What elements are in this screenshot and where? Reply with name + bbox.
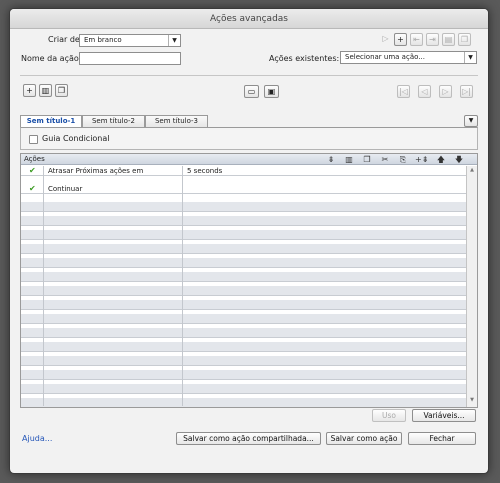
delete-icon[interactable]: ▥ (343, 154, 355, 165)
grid-scrollbar[interactable]: ▲ ▼ (466, 166, 477, 407)
duplicate-action-icon[interactable]: ❐ (55, 84, 68, 97)
tab-sem-titulo-2[interactable]: Sem título-2 (82, 115, 145, 127)
table-row[interactable] (21, 216, 467, 226)
next-icon[interactable]: ▷ (439, 85, 452, 98)
table-row[interactable]: ✔ Atrasar Próximas ações em 5 seconds (21, 166, 467, 176)
action-cell: Continuar (48, 185, 83, 193)
tab-sem-titulo-3[interactable]: Sem título-3 (145, 115, 208, 127)
remove-tab-icon[interactable]: ▭ (244, 85, 259, 98)
advanced-actions-dialog: Ações avançadas Criar de: Em branco ▼ No… (9, 8, 489, 474)
table-row[interactable] (21, 342, 467, 352)
action-name-label: Nome da ação: (21, 54, 82, 63)
conditional-label: Guia Condicional (42, 134, 110, 143)
tab-menu-icon[interactable]: ▼ (464, 115, 478, 127)
table-row[interactable] (21, 328, 467, 338)
save-action-button[interactable]: Salvar como ação (326, 432, 402, 445)
first-icon[interactable]: |◁ (397, 85, 410, 98)
table-row[interactable] (21, 244, 467, 254)
move-up-icon[interactable]: 🡅 (435, 154, 447, 165)
column-divider (43, 166, 44, 406)
move-down-icon[interactable]: 🡇 (453, 154, 465, 165)
value-cell: 5 seconds (187, 167, 223, 175)
actions-grid: Ações ⇟ ▥ ❐ ✂ ⎘ +⇟ 🡅 🡇 ✔ Atrasar Próxima… (20, 153, 478, 408)
help-link[interactable]: Ajuda... (22, 434, 52, 443)
action-name-input[interactable] (79, 52, 181, 65)
create-from-label: Criar de: (48, 35, 83, 44)
prev-icon[interactable]: ◁ (418, 85, 431, 98)
action-cell: Atrasar Próximas ações em (48, 167, 144, 175)
last-icon[interactable]: ▷| (460, 85, 473, 98)
divider (20, 75, 478, 76)
grid-header-label: Ações (24, 155, 45, 163)
table-row[interactable] (21, 370, 467, 380)
table-row[interactable] (21, 384, 467, 394)
conditional-checkbox[interactable] (29, 135, 38, 144)
grid-header: Ações ⇟ ▥ ❐ ✂ ⎘ +⇟ 🡅 🡇 (21, 154, 477, 165)
export-icon[interactable]: ⇥ (426, 33, 439, 46)
delete-icon[interactable]: ▤ (442, 33, 455, 46)
table-row[interactable] (21, 300, 467, 310)
paste-icon[interactable]: ⎘ (397, 154, 409, 165)
existing-actions-value: Selecionar uma ação... (345, 53, 425, 61)
use-button[interactable]: Uso (372, 409, 406, 422)
tab-panel: Guia Condicional (20, 127, 478, 150)
table-row[interactable] (21, 398, 467, 407)
import-icon[interactable]: ⇤ (410, 33, 423, 46)
table-row[interactable]: ✔ Continuar (21, 184, 467, 194)
add-action-icon[interactable]: + (23, 84, 36, 97)
table-row[interactable] (21, 258, 467, 268)
play-icon[interactable]: ▷ (379, 33, 392, 46)
enabled-check-icon: ✔ (29, 184, 36, 193)
table-row[interactable] (21, 286, 467, 296)
variables-button[interactable]: Variáveis... (412, 409, 476, 422)
column-divider (182, 166, 183, 406)
insert-after-icon[interactable]: +⇟ (415, 154, 428, 165)
insert-icon[interactable]: ⇟ (325, 154, 337, 165)
table-row[interactable] (21, 272, 467, 282)
table-row[interactable] (21, 314, 467, 324)
chevron-down-icon: ▼ (464, 52, 476, 63)
create-from-value: Em branco (84, 36, 122, 44)
create-from-select[interactable]: Em branco ▼ (79, 34, 181, 47)
copy-icon[interactable]: ❐ (361, 154, 373, 165)
add-icon[interactable]: + (394, 33, 407, 46)
delete-action-icon[interactable]: ▥ (39, 84, 52, 97)
table-row[interactable] (21, 230, 467, 240)
scroll-down-icon[interactable]: ▼ (468, 397, 476, 405)
enabled-check-icon: ✔ (29, 166, 36, 175)
scroll-up-icon[interactable]: ▲ (468, 167, 476, 175)
tab-sem-titulo-1[interactable]: Sem título-1 (20, 115, 82, 127)
table-row[interactable] (21, 202, 467, 212)
add-tab-icon[interactable]: ▣ (264, 85, 279, 98)
existing-actions-select[interactable]: Selecionar uma ação... ▼ (340, 51, 477, 64)
cut-icon[interactable]: ✂ (379, 154, 391, 165)
table-row[interactable] (21, 356, 467, 366)
chevron-down-icon: ▼ (168, 35, 180, 46)
save-shared-button[interactable]: Salvar como ação compartilhada... (176, 432, 321, 445)
existing-actions-label: Ações existentes: (269, 54, 340, 63)
close-button[interactable]: Fechar (408, 432, 476, 445)
window-title: Ações avançadas (10, 9, 488, 29)
duplicate-icon[interactable]: ❐ (458, 33, 471, 46)
